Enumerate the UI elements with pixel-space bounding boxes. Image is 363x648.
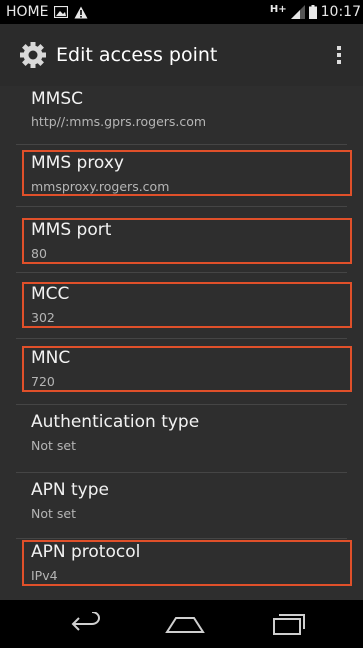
battery-icon xyxy=(308,5,317,19)
setting-label: MMS port xyxy=(31,220,112,240)
divider xyxy=(16,206,347,207)
gallery-icon xyxy=(54,6,69,18)
setting-mcc[interactable]: MCC 302 xyxy=(0,276,363,338)
settings-gear-icon xyxy=(20,42,46,68)
setting-apn-type[interactable]: APN type Not set xyxy=(0,476,363,538)
setting-value: 720 xyxy=(31,374,55,389)
divider xyxy=(16,404,347,405)
setting-value: 80 xyxy=(31,246,47,261)
divider xyxy=(16,144,347,145)
warning-icon xyxy=(74,6,88,18)
divider xyxy=(16,472,347,473)
setting-mms-port[interactable]: MMS port 80 xyxy=(0,210,363,272)
setting-value: mmsproxy.rogers.com xyxy=(31,179,170,194)
setting-value: http//:mms.gprs.rogers.com xyxy=(31,114,207,129)
home-icon[interactable] xyxy=(165,612,205,636)
signal-icon xyxy=(290,5,305,19)
apn-settings-list: MMSC http//:mms.gprs.rogers.com MMS prox… xyxy=(0,86,363,600)
setting-label: MMSC xyxy=(31,89,83,109)
setting-mmsc[interactable]: MMSC http//:mms.gprs.rogers.com xyxy=(0,86,363,148)
setting-label: APN type xyxy=(31,480,109,500)
setting-value: Not set xyxy=(31,438,76,453)
setting-label: APN protocol xyxy=(31,542,141,562)
status-bar: HOME H+ 10:17 xyxy=(0,0,363,24)
setting-mnc[interactable]: MNC 720 xyxy=(0,342,363,404)
highlight-box xyxy=(22,282,352,328)
clock: 10:17 xyxy=(320,4,361,20)
setting-label: Authentication type xyxy=(31,412,200,432)
divider xyxy=(16,338,347,339)
divider xyxy=(16,272,347,273)
carrier-label: HOME xyxy=(6,4,49,20)
highlight-box xyxy=(22,346,352,392)
action-bar: Edit access point xyxy=(0,24,363,86)
overflow-menu-icon[interactable] xyxy=(337,46,343,64)
page-title: Edit access point xyxy=(56,44,218,66)
network-type-label: H+ xyxy=(269,3,287,15)
setting-apn-protocol[interactable]: APN protocol IPv4 xyxy=(0,538,363,600)
navigation-bar xyxy=(0,600,363,648)
setting-value: 302 xyxy=(31,310,55,325)
back-icon[interactable] xyxy=(70,612,104,636)
setting-value: Not set xyxy=(31,506,76,521)
setting-label: MMS proxy xyxy=(31,153,124,173)
recent-apps-icon[interactable] xyxy=(270,612,306,636)
setting-label: MNC xyxy=(31,348,71,368)
setting-authentication-type[interactable]: Authentication type Not set xyxy=(0,408,363,472)
setting-label: MCC xyxy=(31,284,70,304)
setting-value: IPv4 xyxy=(31,568,58,583)
setting-mms-proxy[interactable]: MMS proxy mmsproxy.rogers.com xyxy=(0,148,363,210)
